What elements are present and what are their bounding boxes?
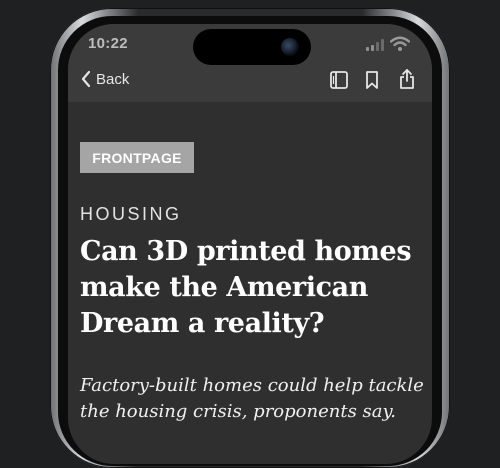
article-subheadline: Factory-built homes could help tackle th… [80, 375, 424, 422]
status-time: 10:22 [88, 35, 128, 52]
section-label[interactable]: HOUSING [80, 204, 182, 225]
bookmark-icon[interactable] [364, 70, 380, 90]
top-bar: 10:22 Back [68, 24, 432, 102]
dynamic-island [193, 29, 311, 65]
reader-view-icon[interactable] [329, 70, 349, 90]
share-icon[interactable] [398, 68, 416, 90]
phone-screen: 10:22 Back FRONTPAGE HOUSING Can 3D prin… [68, 24, 432, 464]
camera-icon [281, 38, 299, 56]
back-button[interactable]: Back [80, 70, 129, 88]
chevron-left-icon [81, 70, 91, 88]
back-label: Back [96, 70, 130, 88]
frontpage-badge: FRONTPAGE [80, 142, 194, 173]
signal-icon [366, 39, 384, 51]
article-headline: Can 3D printed homes make the American D… [80, 236, 412, 339]
wifi-icon [390, 36, 410, 51]
